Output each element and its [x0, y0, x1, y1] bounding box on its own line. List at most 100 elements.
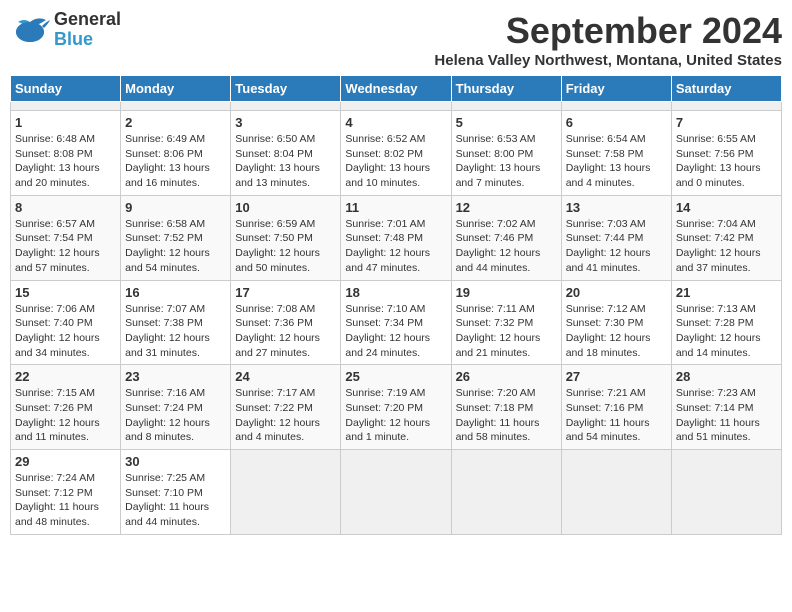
day-info: Sunrise: 7:04 AM Sunset: 7:42 PM Dayligh… [676, 217, 777, 276]
calendar-cell [451, 450, 561, 535]
calendar-cell [671, 450, 781, 535]
calendar-header-row: SundayMondayTuesdayWednesdayThursdayFrid… [11, 76, 782, 102]
column-header-sunday: Sunday [11, 76, 121, 102]
calendar-cell: 12 Sunrise: 7:02 AM Sunset: 7:46 PM Dayl… [451, 195, 561, 280]
day-number: 28 [676, 369, 777, 384]
column-header-monday: Monday [121, 76, 231, 102]
day-info: Sunrise: 7:19 AM Sunset: 7:20 PM Dayligh… [345, 386, 446, 445]
calendar-cell [341, 450, 451, 535]
day-info: Sunrise: 7:24 AM Sunset: 7:12 PM Dayligh… [15, 471, 116, 530]
day-number: 18 [345, 285, 446, 300]
day-number: 8 [15, 200, 116, 215]
calendar-cell: 13 Sunrise: 7:03 AM Sunset: 7:44 PM Dayl… [561, 195, 671, 280]
day-number: 22 [15, 369, 116, 384]
column-header-friday: Friday [561, 76, 671, 102]
day-number: 17 [235, 285, 336, 300]
calendar-cell: 6 Sunrise: 6:54 AM Sunset: 7:58 PM Dayli… [561, 111, 671, 196]
calendar-cell: 17 Sunrise: 7:08 AM Sunset: 7:36 PM Dayl… [231, 280, 341, 365]
calendar-cell: 30 Sunrise: 7:25 AM Sunset: 7:10 PM Dayl… [121, 450, 231, 535]
day-number: 14 [676, 200, 777, 215]
title-area: September 2024 Helena Valley Northwest, … [434, 10, 782, 69]
day-number: 1 [15, 115, 116, 130]
calendar-cell: 16 Sunrise: 7:07 AM Sunset: 7:38 PM Dayl… [121, 280, 231, 365]
day-number: 7 [676, 115, 777, 130]
calendar-cell: 18 Sunrise: 7:10 AM Sunset: 7:34 PM Dayl… [341, 280, 451, 365]
day-info: Sunrise: 7:21 AM Sunset: 7:16 PM Dayligh… [566, 386, 667, 445]
calendar-cell: 5 Sunrise: 6:53 AM Sunset: 8:00 PM Dayli… [451, 111, 561, 196]
logo-text: General Blue [54, 10, 121, 50]
calendar-week-row: 1 Sunrise: 6:48 AM Sunset: 8:08 PM Dayli… [11, 111, 782, 196]
calendar-week-row [11, 102, 782, 111]
day-info: Sunrise: 6:54 AM Sunset: 7:58 PM Dayligh… [566, 132, 667, 191]
calendar-cell: 3 Sunrise: 6:50 AM Sunset: 8:04 PM Dayli… [231, 111, 341, 196]
calendar-cell: 10 Sunrise: 6:59 AM Sunset: 7:50 PM Dayl… [231, 195, 341, 280]
calendar-week-row: 8 Sunrise: 6:57 AM Sunset: 7:54 PM Dayli… [11, 195, 782, 280]
day-number: 13 [566, 200, 667, 215]
column-header-tuesday: Tuesday [231, 76, 341, 102]
day-number: 29 [15, 454, 116, 469]
day-number: 16 [125, 285, 226, 300]
day-info: Sunrise: 6:58 AM Sunset: 7:52 PM Dayligh… [125, 217, 226, 276]
calendar-cell: 8 Sunrise: 6:57 AM Sunset: 7:54 PM Dayli… [11, 195, 121, 280]
calendar-week-row: 22 Sunrise: 7:15 AM Sunset: 7:26 PM Dayl… [11, 365, 782, 450]
calendar-cell: 1 Sunrise: 6:48 AM Sunset: 8:08 PM Dayli… [11, 111, 121, 196]
day-info: Sunrise: 7:17 AM Sunset: 7:22 PM Dayligh… [235, 386, 336, 445]
day-info: Sunrise: 7:01 AM Sunset: 7:48 PM Dayligh… [345, 217, 446, 276]
day-number: 23 [125, 369, 226, 384]
day-number: 12 [456, 200, 557, 215]
day-info: Sunrise: 7:15 AM Sunset: 7:26 PM Dayligh… [15, 386, 116, 445]
day-info: Sunrise: 7:25 AM Sunset: 7:10 PM Dayligh… [125, 471, 226, 530]
calendar-cell: 27 Sunrise: 7:21 AM Sunset: 7:16 PM Dayl… [561, 365, 671, 450]
day-info: Sunrise: 6:48 AM Sunset: 8:08 PM Dayligh… [15, 132, 116, 191]
day-number: 11 [345, 200, 446, 215]
day-info: Sunrise: 7:12 AM Sunset: 7:30 PM Dayligh… [566, 302, 667, 361]
day-info: Sunrise: 7:23 AM Sunset: 7:14 PM Dayligh… [676, 386, 777, 445]
day-info: Sunrise: 7:20 AM Sunset: 7:18 PM Dayligh… [456, 386, 557, 445]
calendar-cell [121, 102, 231, 111]
calendar-cell: 19 Sunrise: 7:11 AM Sunset: 7:32 PM Dayl… [451, 280, 561, 365]
day-number: 20 [566, 285, 667, 300]
day-number: 26 [456, 369, 557, 384]
day-number: 10 [235, 200, 336, 215]
day-info: Sunrise: 6:57 AM Sunset: 7:54 PM Dayligh… [15, 217, 116, 276]
day-number: 2 [125, 115, 226, 130]
calendar-cell: 21 Sunrise: 7:13 AM Sunset: 7:28 PM Dayl… [671, 280, 781, 365]
day-info: Sunrise: 7:11 AM Sunset: 7:32 PM Dayligh… [456, 302, 557, 361]
day-info: Sunrise: 7:10 AM Sunset: 7:34 PM Dayligh… [345, 302, 446, 361]
calendar-cell: 7 Sunrise: 6:55 AM Sunset: 7:56 PM Dayli… [671, 111, 781, 196]
column-header-wednesday: Wednesday [341, 76, 451, 102]
day-number: 27 [566, 369, 667, 384]
day-number: 25 [345, 369, 446, 384]
day-info: Sunrise: 6:59 AM Sunset: 7:50 PM Dayligh… [235, 217, 336, 276]
day-info: Sunrise: 7:13 AM Sunset: 7:28 PM Dayligh… [676, 302, 777, 361]
day-number: 4 [345, 115, 446, 130]
calendar-cell: 22 Sunrise: 7:15 AM Sunset: 7:26 PM Dayl… [11, 365, 121, 450]
day-info: Sunrise: 7:07 AM Sunset: 7:38 PM Dayligh… [125, 302, 226, 361]
calendar-cell: 29 Sunrise: 7:24 AM Sunset: 7:12 PM Dayl… [11, 450, 121, 535]
calendar-cell: 25 Sunrise: 7:19 AM Sunset: 7:20 PM Dayl… [341, 365, 451, 450]
day-number: 19 [456, 285, 557, 300]
location-title: Helena Valley Northwest, Montana, United… [434, 52, 782, 69]
calendar-cell [231, 450, 341, 535]
column-header-saturday: Saturday [671, 76, 781, 102]
day-number: 3 [235, 115, 336, 130]
calendar-cell: 9 Sunrise: 6:58 AM Sunset: 7:52 PM Dayli… [121, 195, 231, 280]
calendar-cell: 11 Sunrise: 7:01 AM Sunset: 7:48 PM Dayl… [341, 195, 451, 280]
calendar-cell: 14 Sunrise: 7:04 AM Sunset: 7:42 PM Dayl… [671, 195, 781, 280]
calendar-cell: 2 Sunrise: 6:49 AM Sunset: 8:06 PM Dayli… [121, 111, 231, 196]
calendar-cell [231, 102, 341, 111]
calendar-cell: 20 Sunrise: 7:12 AM Sunset: 7:30 PM Dayl… [561, 280, 671, 365]
day-info: Sunrise: 6:49 AM Sunset: 8:06 PM Dayligh… [125, 132, 226, 191]
calendar-table: SundayMondayTuesdayWednesdayThursdayFrid… [10, 75, 782, 535]
day-info: Sunrise: 7:16 AM Sunset: 7:24 PM Dayligh… [125, 386, 226, 445]
calendar-cell: 4 Sunrise: 6:52 AM Sunset: 8:02 PM Dayli… [341, 111, 451, 196]
day-info: Sunrise: 6:52 AM Sunset: 8:02 PM Dayligh… [345, 132, 446, 191]
day-info: Sunrise: 7:03 AM Sunset: 7:44 PM Dayligh… [566, 217, 667, 276]
day-number: 9 [125, 200, 226, 215]
day-info: Sunrise: 6:53 AM Sunset: 8:00 PM Dayligh… [456, 132, 557, 191]
logo: General Blue [10, 10, 121, 50]
day-number: 30 [125, 454, 226, 469]
calendar-cell [11, 102, 121, 111]
day-number: 24 [235, 369, 336, 384]
day-number: 6 [566, 115, 667, 130]
